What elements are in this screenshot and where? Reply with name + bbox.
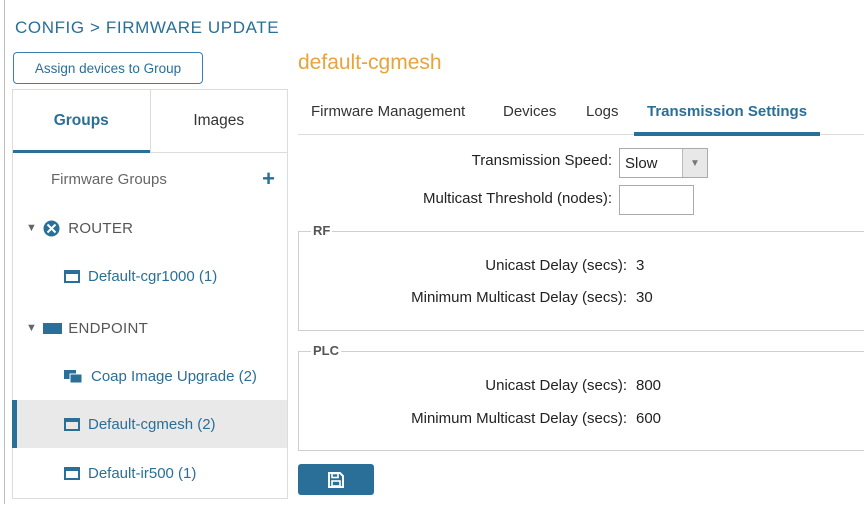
sidebar-item-label: Default-cgmesh (2) [88,415,216,433]
router-category[interactable]: ▼ ROUTER [26,216,300,240]
rf-multicast-value: 30 [636,289,653,306]
tab-transmission-settings[interactable]: Transmission Settings [634,88,821,136]
plc-unicast-label: Unicast Delay (secs): [485,377,627,394]
sidebar-item-label: Default-cgr1000 (1) [88,267,218,285]
sidebar-item-default-cgr1000[interactable]: Default-cgr1000 (1) [64,264,338,288]
window-icon [64,466,80,480]
endpoint-category[interactable]: ▼ ENDPOINT [26,316,300,340]
firmware-groups-title: Firmware Groups [51,170,167,188]
tab-logs[interactable]: Logs [586,88,619,134]
assign-devices-button[interactable]: Assign devices to Group [13,52,203,84]
breadcrumb: CONFIG > FIRMWARE UPDATE [15,18,280,37]
plc-multicast-label: Minimum Multicast Delay (secs): [411,410,627,427]
sidebar-item-coap-image-upgrade[interactable]: Coap Image Upgrade (2) [64,364,338,388]
multicast-threshold-input[interactable] [619,185,694,215]
sidebar-item-default-ir500[interactable]: Default-ir500 (1) [64,461,338,485]
window-icon [64,269,80,283]
tab-groups[interactable]: Groups [13,90,150,153]
caret-down-icon[interactable]: ▼ [26,322,37,334]
multicast-threshold-label: Multicast Threshold (nodes): [423,190,612,207]
caret-down-icon[interactable]: ▼ [26,222,37,234]
tab-firmware-management[interactable]: Firmware Management [311,88,465,134]
save-button[interactable] [298,464,374,495]
tab-images[interactable]: Images [149,90,288,152]
transmission-speed-label: Transmission Speed: [471,152,612,169]
rf-multicast-label: Minimum Multicast Delay (secs): [411,289,627,306]
plc-unicast-value: 800 [636,377,662,394]
router-label: ROUTER [68,219,134,237]
endpoint-label: ENDPOINT [68,319,149,337]
sidebar-item-label: Default-ir500 (1) [88,464,197,482]
plus-icon[interactable]: + [262,168,275,190]
window-icon [64,417,80,431]
transmission-speed-select[interactable]: Slow ▼ [619,148,708,178]
chevron-down-icon[interactable]: ▼ [682,149,707,177]
plc-multicast-value: 600 [636,410,662,427]
rf-fieldset: RF [298,223,864,331]
sidebar-tabs: Groups Images [13,90,287,153]
left-divider [4,0,5,504]
groups-sidebar: Groups Images Firmware Groups + ▼ ROUTER… [12,89,288,499]
router-icon [43,220,60,236]
page-title: default-cgmesh [298,51,442,74]
endpoint-icon [43,322,63,334]
folder-devices-icon [64,369,83,383]
sidebar-item-default-cgmesh[interactable]: Default-cgmesh (2) [12,400,287,448]
rf-legend: RF [311,223,333,238]
transmission-speed-value: Slow [625,154,658,172]
rf-unicast-value: 3 [636,257,645,274]
firmware-groups-header: Firmware Groups + [13,166,287,192]
plc-fieldset: PLC [298,343,864,451]
main-tabs: Firmware Management Devices Logs Transmi… [298,88,864,136]
tab-devices[interactable]: Devices [503,88,556,134]
rf-unicast-label: Unicast Delay (secs): [485,257,627,274]
sidebar-item-label: Coap Image Upgrade (2) [91,367,257,385]
plc-legend: PLC [311,343,341,358]
save-icon [328,471,344,488]
